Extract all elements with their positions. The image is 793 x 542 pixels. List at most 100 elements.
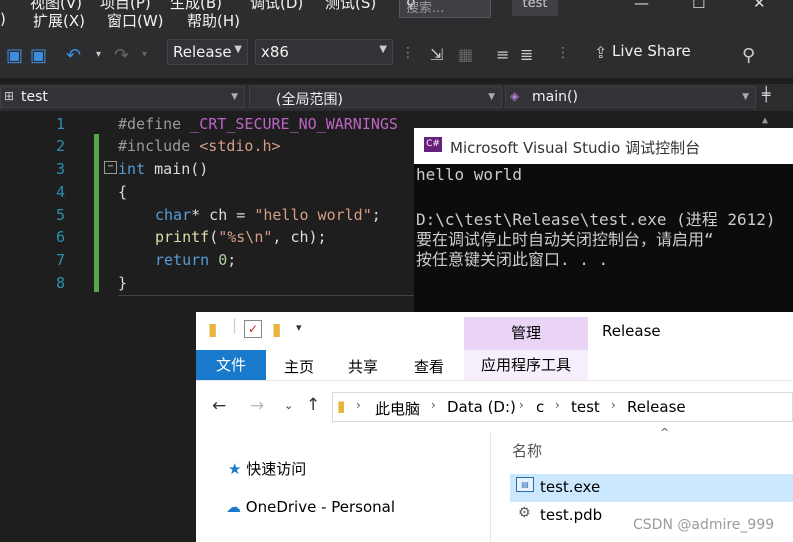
project-dropdown[interactable]: ⊞ test ▼ [0, 86, 245, 108]
customize-dropdown-icon[interactable]: ▾ [296, 321, 302, 334]
menu-extensions[interactable]: 扩展(X) [33, 10, 85, 31]
undo-icon[interactable]: ↶ [66, 45, 81, 66]
line-number: 5 [55, 206, 65, 224]
breadcrumb-this-pc[interactable]: 此电脑 [375, 398, 420, 419]
scope-dropdown[interactable]: (全局范围) ▼ [249, 86, 502, 108]
redo-icon[interactable]: ↷ [114, 45, 129, 66]
list-item[interactable]: ▤ test.exe [510, 474, 793, 502]
file-explorer-window[interactable]: ▮ | ✓ ▮ ▾ 管理 Release 文件 主页 共享 查看 应用程序工具 … [196, 312, 793, 542]
collapse-icon[interactable]: − [104, 161, 117, 174]
uncomment-icon[interactable]: ≣ [520, 45, 533, 64]
menu-cut-item[interactable]: ) [0, 10, 6, 28]
properties-icon[interactable]: ✓ [244, 320, 262, 338]
new-folder-icon[interactable]: ▮ [272, 320, 281, 340]
menu-debug[interactable]: 调试(D) [250, 0, 303, 13]
code-line: #define _CRT_SECURE_NO_WARNINGS [118, 115, 398, 133]
grip-icon: ⋮ [556, 45, 570, 61]
recent-dropdown-icon[interactable]: ⌄ [284, 399, 293, 412]
platform-combo[interactable]: x86 ▼ [255, 39, 393, 65]
minimize-button[interactable]: — [634, 0, 649, 12]
feedback-icon[interactable]: ⚲ [742, 45, 755, 66]
current-line-rule [118, 295, 418, 296]
console-title-bar[interactable]: C# Microsoft Visual Studio 调试控制台 [414, 128, 793, 164]
ribbon-tabs: 文件 主页 共享 查看 应用程序工具 [196, 350, 793, 381]
line-number: 6 [55, 228, 65, 246]
step-into-icon[interactable]: ⇲ [430, 45, 443, 64]
nav-item-quick-access[interactable]: ★ 快速访问 [228, 458, 306, 479]
nav-item-label: OneDrive - Personal [245, 498, 396, 516]
bookmark-icon[interactable]: ▦ [458, 45, 473, 64]
breadcrumb-release[interactable]: Release [627, 398, 686, 416]
file-name: test.exe [540, 478, 601, 496]
breadcrumb-separator: › [519, 398, 524, 412]
vs-search-box[interactable]: 搜索... ⚲ [399, 0, 491, 18]
tab-app-tools[interactable]: 应用程序工具 [464, 350, 588, 380]
redo-dropdown-icon[interactable]: ▾ [142, 49, 147, 60]
cloud-icon: ☁ [226, 498, 241, 516]
vs-navbar: ⊞ test ▼ (全局范围) ▼ ◈ main() ▼ ╪ [0, 84, 793, 111]
save-all-icon[interactable]: ▣ [30, 45, 47, 66]
chevron-down-icon: ▼ [231, 92, 238, 102]
sort-up-icon[interactable]: ^ [660, 426, 669, 439]
search-icon: ⚲ [406, 0, 416, 12]
share-icon[interactable]: ⇪ [594, 43, 607, 62]
breadcrumb-separator: › [611, 398, 616, 412]
pane-divider[interactable] [490, 432, 491, 542]
manage-tab[interactable]: 管理 [464, 317, 588, 350]
tab-view[interactable]: 查看 [414, 356, 444, 377]
address-row: ← → ⌄ ↑ ▮ › 此电脑 › Data (D:) › c › test ›… [196, 392, 793, 422]
watermark: CSDN @admire_999 [633, 517, 775, 533]
line-number: 1 [55, 115, 65, 133]
window-controls: — ☐ ✕ [600, 0, 793, 16]
platform-value: x86 [261, 43, 289, 61]
save-icon[interactable]: ▣ [6, 45, 23, 66]
tab-file[interactable]: 文件 [196, 350, 266, 380]
code-line: { [118, 183, 128, 201]
chevron-down-icon: ▼ [379, 44, 387, 55]
breadcrumb-c[interactable]: c [536, 398, 544, 416]
scope-value: (全局范围) [276, 92, 343, 108]
change-indicator-bar [94, 134, 99, 292]
breadcrumb-drive[interactable]: Data (D:) [447, 398, 516, 416]
code-line: } [118, 274, 128, 292]
close-button[interactable]: ✕ [753, 0, 766, 12]
menu-test[interactable]: 测试(S) [325, 0, 376, 13]
solution-name-badge: test [512, 0, 558, 16]
chevron-down-icon: ▼ [488, 92, 495, 102]
file-name: test.pdb [540, 506, 603, 524]
code-line: #include <stdio.h> [118, 137, 281, 155]
scroll-up-icon[interactable]: ▲ [762, 115, 768, 126]
back-arrow-icon[interactable]: ← [212, 396, 226, 416]
forward-arrow-icon[interactable]: → [250, 396, 264, 416]
code-line: int main() [118, 160, 209, 178]
up-arrow-icon[interactable]: ↑ [306, 395, 320, 415]
code-line: char* ch = "hello world"; [155, 206, 381, 224]
separator: | [232, 316, 238, 334]
method-icon: ◈ [510, 89, 520, 103]
breadcrumb-separator: › [555, 398, 560, 412]
tab-home[interactable]: 主页 [284, 356, 314, 377]
project-value: test [21, 89, 48, 105]
code-line: printf("%s\n", ch); [155, 228, 327, 246]
vs-console-icon: C# [424, 137, 442, 152]
breadcrumb-test[interactable]: test [571, 398, 600, 416]
menu-help[interactable]: 帮助(H) [187, 10, 240, 31]
member-dropdown[interactable]: ◈ main() ▼ [505, 86, 756, 108]
config-combo[interactable]: Release ▼ [167, 39, 248, 65]
menu-window[interactable]: 窗口(W) [107, 10, 164, 31]
column-header-name[interactable]: 名称 [512, 440, 542, 461]
project-icon: ⊞ [4, 89, 15, 103]
debug-console-window[interactable]: C# Microsoft Visual Studio 调试控制台 hello w… [414, 128, 793, 314]
comment-icon[interactable]: ≡ [496, 45, 509, 64]
maximize-button[interactable]: ☐ [692, 0, 705, 12]
undo-dropdown-icon[interactable]: ▾ [96, 49, 101, 60]
address-bar[interactable]: ▮ › 此电脑 › Data (D:) › c › test › Release [332, 392, 793, 422]
pdb-file-icon: ⚙ [518, 505, 531, 521]
split-icon[interactable]: ╪ [762, 87, 770, 103]
line-number: 3 [55, 160, 65, 178]
console-line: hello world [416, 165, 522, 184]
live-share-button[interactable]: Live Share [612, 42, 691, 60]
breadcrumb-separator: › [431, 398, 436, 412]
tab-share[interactable]: 共享 [348, 356, 378, 377]
nav-item-onedrive[interactable]: ☁ OneDrive - Personal [226, 498, 395, 516]
